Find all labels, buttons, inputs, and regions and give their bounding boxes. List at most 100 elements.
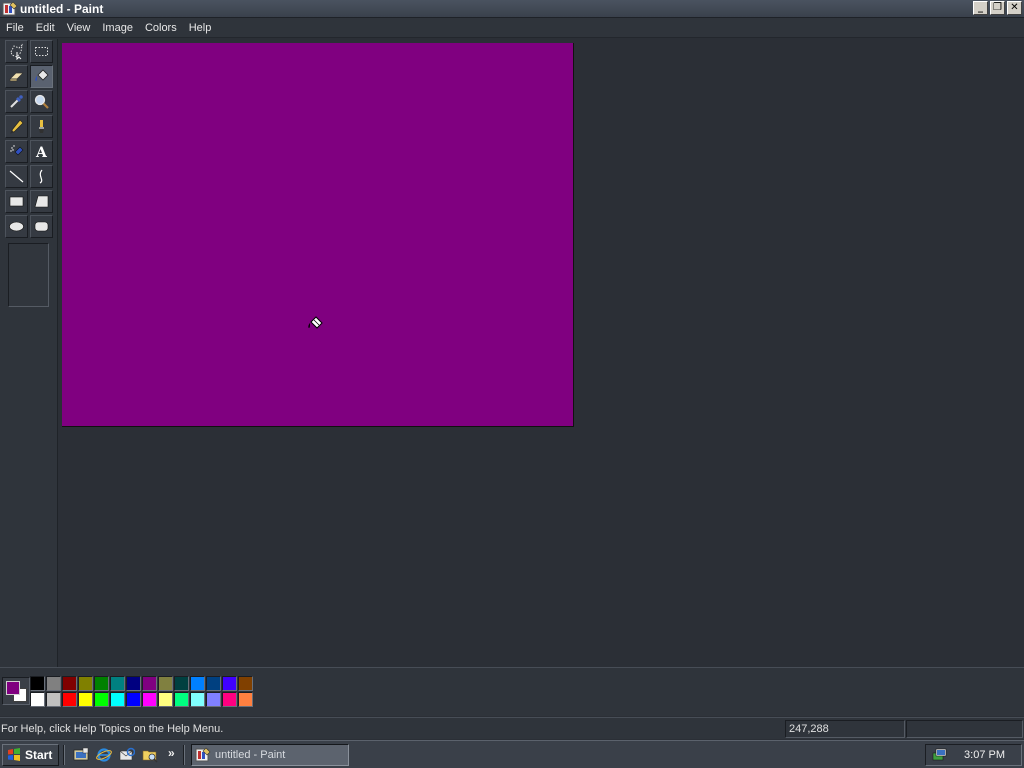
taskbar-separator [63,745,65,765]
tool-grid: A [4,39,54,239]
menu-view[interactable]: View [61,22,97,34]
palette-swatch[interactable] [46,692,61,707]
tool-text[interactable]: A [30,140,53,163]
palette-swatch[interactable] [126,692,141,707]
curve-icon [39,169,43,184]
brush-icon [39,120,44,133]
eraser-icon [9,72,24,82]
taskbar-clock[interactable]: 3:07 PM [964,749,1005,761]
tool-rounded-rectangle[interactable] [30,215,53,238]
windows-explorer-icon[interactable] [142,747,158,763]
taskbar-button-label: untitled - Paint [215,749,286,761]
restore-button[interactable]: ❐ [990,1,1005,15]
drawing-canvas[interactable] [62,43,574,427]
foreground-color-swatch[interactable] [6,681,20,695]
palette-swatch[interactable] [30,692,45,707]
minimize-button[interactable]: _ [973,1,988,15]
palette-swatch[interactable] [62,676,77,691]
tool-eraser[interactable] [5,65,28,88]
palette-swatch[interactable] [174,692,189,707]
tool-curve[interactable] [30,165,53,188]
palette-swatch[interactable] [110,676,125,691]
taskbar: Start » untitled - Paint 3:07 PM [0,740,1024,768]
rectangle-icon [9,196,24,207]
palette-swatch[interactable] [46,676,61,691]
palette-swatch[interactable] [222,692,237,707]
show-desktop-icon[interactable] [73,747,89,763]
tool-magnifier[interactable] [30,90,53,113]
palette-swatch[interactable] [110,692,125,707]
paint-bucket-icon [35,69,49,81]
title-bar[interactable]: untitled - Paint _ ❐ ✕ [0,0,1024,18]
palette-swatch[interactable] [158,676,173,691]
palette-swatch[interactable] [174,676,189,691]
airbrush-icon [10,145,24,156]
tool-ellipse[interactable] [5,215,28,238]
menu-image[interactable]: Image [96,22,139,34]
tool-select[interactable] [30,40,53,63]
window-title: untitled - Paint [20,1,104,16]
palette-swatch[interactable] [238,676,253,691]
menu-edit[interactable]: Edit [30,22,61,34]
toolbox: A [0,39,58,667]
palette-swatch[interactable] [30,676,45,691]
outlook-express-icon[interactable] [119,747,136,763]
status-help-text: For Help, click Help Topics on the Help … [1,723,224,735]
tool-airbrush[interactable] [5,140,28,163]
palette-swatch[interactable] [190,692,205,707]
svg-text:A: A [35,145,48,160]
paint-app-icon[interactable] [2,1,18,17]
tool-fill-with-color[interactable] [30,65,53,88]
text-icon: A [35,145,48,160]
rounded-rect-icon [34,221,49,232]
internet-explorer-icon[interactable] [96,747,112,763]
palette-swatch[interactable] [126,676,141,691]
menu-file[interactable]: File [0,22,30,34]
workspace [59,39,1024,667]
palette-swatch[interactable] [94,676,109,691]
polygon-icon [34,195,49,208]
tool-free-form-select[interactable] [5,40,28,63]
start-button[interactable]: Start [2,744,59,766]
status-bar: For Help, click Help Topics on the Help … [0,717,1024,739]
palette-swatch[interactable] [190,676,205,691]
taskbar-separator [183,745,185,765]
palette-swatch[interactable] [142,676,157,691]
palette-swatch[interactable] [62,692,77,707]
eyedropper-icon [10,95,23,108]
tool-line[interactable] [5,165,28,188]
palette-swatch[interactable] [206,692,221,707]
palette-swatch[interactable] [238,692,253,707]
quick-launch-chevron[interactable]: » [168,746,175,760]
system-tray: 3:07 PM [925,744,1022,766]
paint-app-icon [195,747,211,762]
line-icon [9,170,24,183]
close-button[interactable]: ✕ [1007,1,1022,15]
tool-rectangle[interactable] [5,190,28,213]
current-colors-indicator[interactable] [2,677,30,705]
menu-bar: File Edit View Image Colors Help [0,18,1024,38]
windows-logo-icon [8,748,20,761]
palette-swatch[interactable] [94,692,109,707]
menu-help[interactable]: Help [183,22,218,34]
window-controls: _ ❐ ✕ [973,1,1022,15]
palette-swatch[interactable] [142,692,157,707]
tool-pencil[interactable] [5,115,28,138]
palette-swatch[interactable] [206,676,221,691]
palette-swatch[interactable] [222,676,237,691]
taskbar-button-paint[interactable]: untitled - Paint [191,744,349,766]
status-coordinates: 247,288 [785,720,905,738]
ellipse-icon [9,221,24,232]
status-size [906,720,1023,738]
tool-pick-color[interactable] [5,90,28,113]
color-box [0,667,1024,716]
tool-polygon[interactable] [30,190,53,213]
tool-options-box[interactable] [8,243,49,307]
menu-colors[interactable]: Colors [139,22,183,34]
tool-brush[interactable] [30,115,53,138]
network-icon[interactable] [931,747,947,763]
palette-swatch[interactable] [158,692,173,707]
palette-swatch[interactable] [78,676,93,691]
palette-swatch[interactable] [78,692,93,707]
start-label: Start [25,748,53,762]
